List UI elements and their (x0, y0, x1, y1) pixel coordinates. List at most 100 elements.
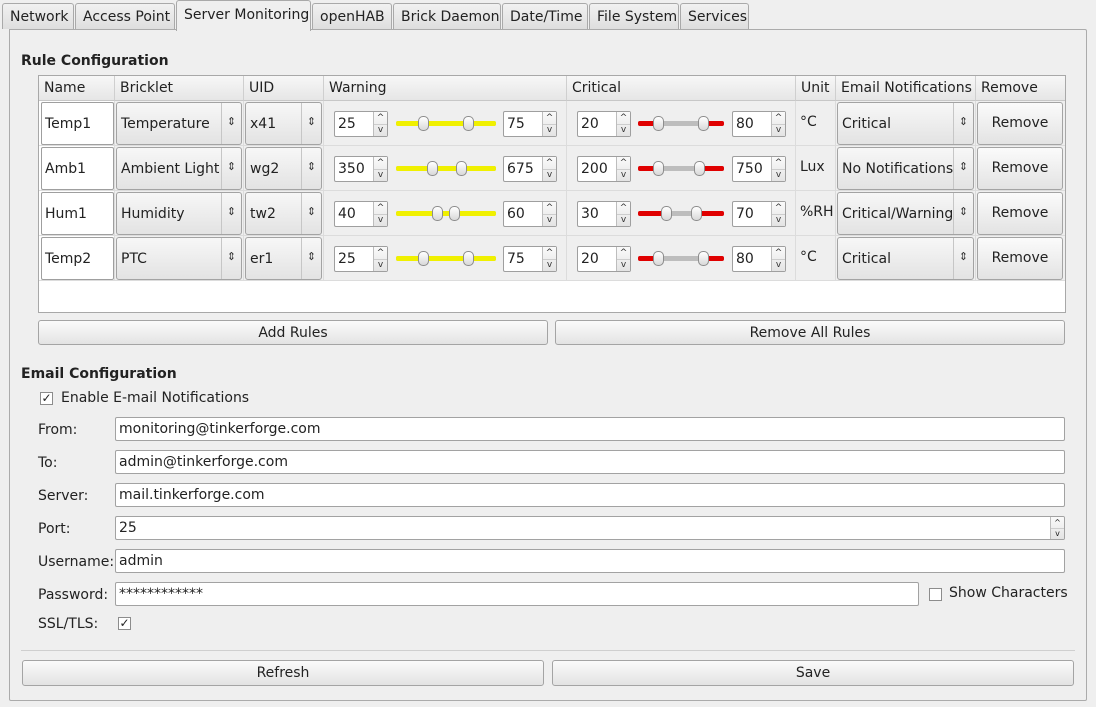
remove-all-rules-button[interactable]: Remove All Rules (555, 320, 1065, 345)
slider-handle-high[interactable] (690, 206, 702, 221)
critical-high-spinbox[interactable]: 80 ^ v (732, 111, 786, 137)
spin-up-icon[interactable]: ^ (543, 202, 556, 214)
slider-handle-low[interactable] (653, 161, 664, 176)
critical-range-slider[interactable] (638, 204, 724, 224)
spin-down-icon[interactable]: v (543, 169, 556, 181)
uid-select[interactable]: wg2 ⇕ (245, 147, 322, 190)
critical-range-slider[interactable] (638, 114, 724, 134)
email-notification-select[interactable]: Critical ⇕ (837, 102, 974, 145)
tab-file-system[interactable]: File System (589, 3, 679, 29)
remove-rule-button[interactable]: Remove (977, 237, 1063, 280)
slider-handle-high[interactable] (698, 251, 709, 266)
rule-name-field[interactable]: Temp1 (41, 102, 114, 145)
spin-up-icon[interactable]: ^ (543, 157, 556, 169)
tab-openhab[interactable]: openHAB (312, 3, 392, 29)
spin-up-icon[interactable]: ^ (374, 157, 387, 169)
rule-name-field[interactable]: Temp2 (41, 237, 114, 280)
slider-handle-high[interactable] (462, 251, 474, 266)
port-spinbox[interactable]: 25 ^ v (115, 516, 1065, 540)
ssl-tls-checkbox[interactable]: ✓ (118, 617, 131, 630)
critical-high-spinbox[interactable]: 70 ^ v (732, 201, 786, 227)
show-characters-checkbox[interactable] (929, 588, 942, 601)
spin-up-icon[interactable]: ^ (772, 112, 785, 124)
spin-down-icon[interactable]: v (772, 214, 785, 226)
remove-rule-button[interactable]: Remove (977, 192, 1063, 235)
rule-name-field[interactable]: Amb1 (41, 147, 114, 190)
tab-access-point[interactable]: Access Point (75, 3, 175, 29)
slider-handle-low[interactable] (427, 161, 439, 176)
spin-up-icon[interactable]: ^ (374, 202, 387, 214)
spin-up-icon[interactable]: ^ (617, 202, 630, 214)
spin-up-icon[interactable]: ^ (772, 157, 785, 169)
bricklet-select[interactable]: PTC ⇕ (116, 237, 242, 280)
spin-up-icon[interactable]: ^ (617, 247, 630, 259)
spin-down-icon[interactable]: v (374, 124, 387, 136)
spin-down-icon[interactable]: v (772, 124, 785, 136)
tab-services[interactable]: Services (680, 3, 749, 29)
spin-down-icon[interactable]: v (772, 259, 785, 271)
warning-range-slider[interactable] (396, 159, 496, 179)
email-notification-select[interactable]: No Notifications ⇕ (837, 147, 974, 190)
spin-up-icon[interactable]: ^ (772, 202, 785, 214)
critical-range-slider[interactable] (638, 249, 724, 269)
server-field[interactable]: mail.tinkerforge.com (115, 483, 1065, 507)
tab-server-monitoring[interactable]: Server Monitoring (176, 0, 311, 31)
critical-range-slider[interactable] (638, 159, 724, 179)
warning-low-spinbox[interactable]: 25 ^ v (334, 111, 388, 137)
slider-handle-low[interactable] (431, 206, 443, 221)
warning-low-spinbox[interactable]: 25 ^ v (334, 246, 388, 272)
spin-down-icon[interactable]: v (617, 124, 630, 136)
slider-handle-high[interactable] (462, 116, 474, 131)
save-button[interactable]: Save (552, 660, 1074, 686)
slider-handle-low[interactable] (418, 116, 430, 131)
critical-low-spinbox[interactable]: 20 ^ v (577, 111, 631, 137)
uid-select[interactable]: tw2 ⇕ (245, 192, 322, 235)
username-field[interactable]: admin (115, 549, 1065, 573)
warning-high-spinbox[interactable]: 675 ^ v (503, 156, 557, 182)
warning-high-spinbox[interactable]: 60 ^ v (503, 201, 557, 227)
bricklet-select[interactable]: Ambient Light ⇕ (116, 147, 242, 190)
bricklet-select[interactable]: Temperature ⇕ (116, 102, 242, 145)
spin-down-icon[interactable]: v (617, 259, 630, 271)
spin-up-icon[interactable]: ^ (772, 247, 785, 259)
spin-down-icon[interactable]: v (772, 169, 785, 181)
uid-select[interactable]: x41 ⇕ (245, 102, 322, 145)
bricklet-select[interactable]: Humidity ⇕ (116, 192, 242, 235)
warning-range-slider[interactable] (396, 204, 496, 224)
slider-handle-low[interactable] (653, 251, 664, 266)
critical-low-spinbox[interactable]: 200 ^ v (577, 156, 631, 182)
warning-high-spinbox[interactable]: 75 ^ v (503, 246, 557, 272)
warning-range-slider[interactable] (396, 114, 496, 134)
spin-up-icon[interactable]: ^ (374, 247, 387, 259)
refresh-button[interactable]: Refresh (22, 660, 544, 686)
slider-handle-low[interactable] (660, 206, 672, 221)
enable-email-checkbox[interactable]: ✓ (40, 392, 53, 405)
tab-network[interactable]: Network (2, 3, 74, 29)
slider-handle-high[interactable] (449, 206, 461, 221)
critical-high-spinbox[interactable]: 750 ^ v (732, 156, 786, 182)
warning-low-spinbox[interactable]: 40 ^ v (334, 201, 388, 227)
email-notification-select[interactable]: Critical/Warning ⇕ (837, 192, 974, 235)
warning-low-spinbox[interactable]: 350 ^ v (334, 156, 388, 182)
spin-down-icon[interactable]: v (1051, 528, 1064, 539)
remove-rule-button[interactable]: Remove (977, 102, 1063, 145)
remove-rule-button[interactable]: Remove (977, 147, 1063, 190)
warning-range-slider[interactable] (396, 249, 496, 269)
spin-up-icon[interactable]: ^ (1051, 517, 1064, 528)
from-field[interactable]: monitoring@tinkerforge.com (115, 417, 1065, 441)
slider-handle-high[interactable] (456, 161, 468, 176)
spin-down-icon[interactable]: v (617, 169, 630, 181)
slider-handle-low[interactable] (418, 251, 430, 266)
tab-brick-daemon[interactable]: Brick Daemon (393, 3, 501, 29)
tab-date-time[interactable]: Date/Time (502, 3, 588, 29)
rule-name-field[interactable]: Hum1 (41, 192, 114, 235)
spin-up-icon[interactable]: ^ (543, 112, 556, 124)
email-notification-select[interactable]: Critical ⇕ (837, 237, 974, 280)
add-rules-button[interactable]: Add Rules (38, 320, 548, 345)
spin-down-icon[interactable]: v (543, 259, 556, 271)
spin-up-icon[interactable]: ^ (543, 247, 556, 259)
slider-handle-high[interactable] (694, 161, 706, 176)
spin-down-icon[interactable]: v (374, 214, 387, 226)
critical-low-spinbox[interactable]: 20 ^ v (577, 246, 631, 272)
spin-down-icon[interactable]: v (374, 259, 387, 271)
